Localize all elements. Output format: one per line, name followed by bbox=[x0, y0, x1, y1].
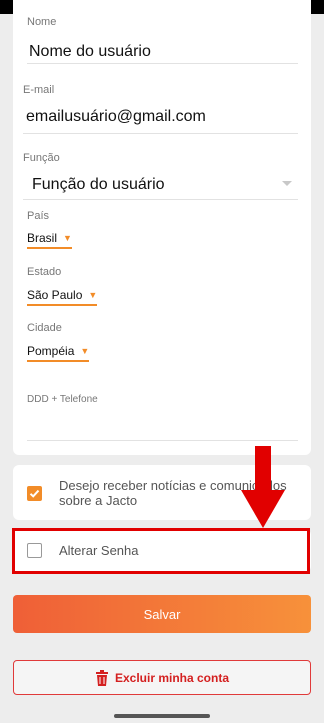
chevron-down-icon: ▼ bbox=[80, 346, 90, 356]
state-label: Estado bbox=[27, 266, 62, 278]
city-label: Cidade bbox=[27, 322, 62, 334]
chevron-down-icon: ▼ bbox=[88, 290, 98, 300]
name-underline bbox=[27, 63, 298, 64]
arrow-down-icon bbox=[241, 446, 285, 528]
email-label: E-mail bbox=[23, 84, 55, 96]
phone-label: DDD + Telefone bbox=[27, 394, 98, 405]
caret-down-icon[interactable] bbox=[282, 181, 292, 186]
profile-form-card: Nome Nome do usuário E-mail emailusuário… bbox=[13, 0, 311, 455]
check-icon bbox=[29, 489, 40, 498]
state-select[interactable]: São Paulo ▼ bbox=[27, 288, 98, 306]
chevron-down-icon: ▼ bbox=[63, 233, 72, 243]
home-indicator[interactable] bbox=[114, 714, 210, 718]
country-label: País bbox=[27, 210, 50, 222]
name-input[interactable]: Nome do usuário bbox=[29, 43, 151, 61]
email-underline bbox=[23, 133, 298, 134]
role-select[interactable]: Função do usuário bbox=[32, 176, 165, 194]
phone-underline bbox=[27, 440, 298, 441]
trash-icon bbox=[95, 669, 108, 686]
save-button[interactable]: Salvar bbox=[13, 595, 311, 633]
city-select[interactable]: Pompéia ▼ bbox=[27, 344, 90, 362]
delete-account-button[interactable]: Excluir minha conta bbox=[13, 660, 311, 695]
news-checkbox[interactable] bbox=[27, 486, 42, 501]
highlight-box bbox=[12, 528, 310, 574]
delete-account-label: Excluir minha conta bbox=[114, 670, 230, 685]
country-select[interactable]: Brasil ▼ bbox=[27, 231, 72, 249]
role-underline bbox=[23, 199, 298, 200]
role-label: Função bbox=[23, 152, 60, 164]
country-value: Brasil bbox=[27, 231, 58, 245]
email-input[interactable]: emailusuário@gmail.com bbox=[26, 108, 206, 126]
state-value: São Paulo bbox=[27, 288, 83, 302]
name-label: Nome bbox=[27, 16, 57, 28]
city-value: Pompéia bbox=[27, 344, 75, 358]
